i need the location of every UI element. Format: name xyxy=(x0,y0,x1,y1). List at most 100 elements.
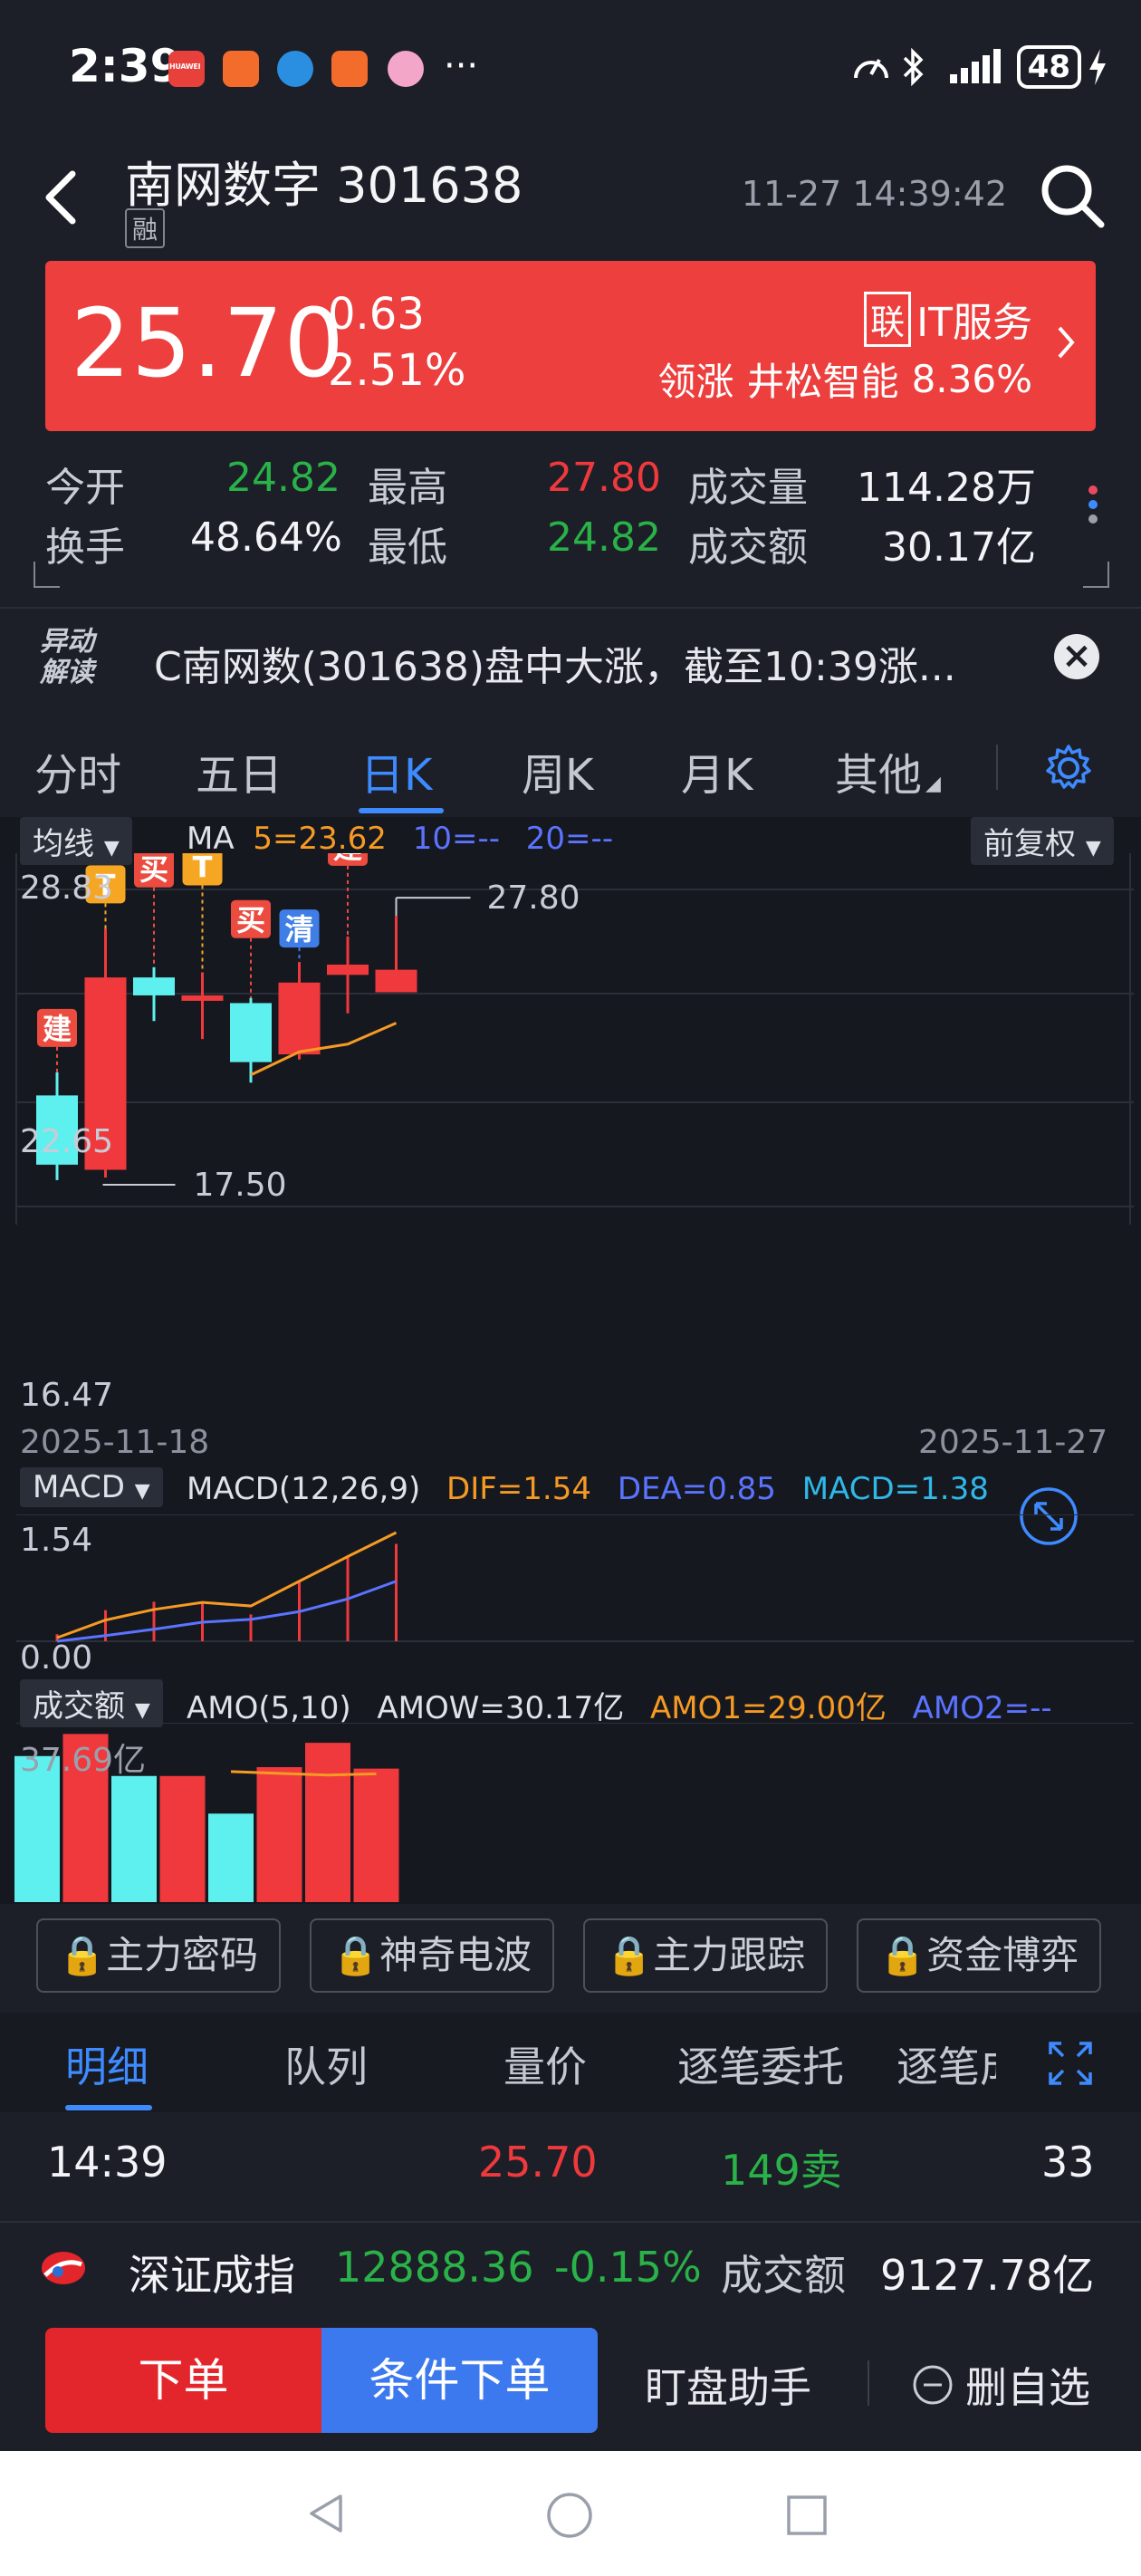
active-tab-indicator xyxy=(65,2105,152,2110)
order-button[interactable]: 下单 xyxy=(45,2328,321,2433)
lock-icon: 🔒 xyxy=(878,1933,927,1977)
sector-leader[interactable]: 领涨 井松智能 8.36% xyxy=(658,351,1032,407)
macd-value: MACD=1.38 xyxy=(801,1471,989,1507)
stock-title: 南网数字 301638 xyxy=(125,157,523,214)
main-force-code-button[interactable]: 🔒主力密码 xyxy=(36,1918,281,1993)
search-icon[interactable] xyxy=(1036,159,1108,232)
battery-indicator: 48 xyxy=(1016,45,1081,89)
signal-badge-label: 买 xyxy=(236,903,265,937)
gear-icon[interactable] xyxy=(1041,741,1096,795)
high-marker-label: 27.80 xyxy=(487,879,580,917)
sector-name: IT服务 xyxy=(916,300,1032,346)
index-amount-label: 成交额 xyxy=(721,2251,846,2300)
ma20-value: 20=-- xyxy=(525,821,614,857)
trade-row: 14:39 25.70 149卖 33 xyxy=(0,2119,1141,2210)
news-ribbon[interactable]: 异动 解读 C南网数(301638)盘中大涨，截至10:39涨... × xyxy=(0,607,1141,706)
macd-chart[interactable] xyxy=(0,1514,1141,1650)
leader-label: 领涨 xyxy=(657,360,734,404)
price-change: 0.63 2.51% xyxy=(328,286,465,399)
nav-home-icon[interactable] xyxy=(545,2491,594,2540)
trade-count: 33 xyxy=(1041,2138,1095,2187)
sector-tag[interactable]: 联 IT服务 xyxy=(864,290,1032,348)
tab-detail[interactable]: 明细 xyxy=(65,2034,149,2094)
price-card[interactable]: 25.70 0.63 2.51% 联 IT服务 领涨 井松智能 8.36% xyxy=(45,261,1096,431)
index-value: 12888.36 xyxy=(335,2243,534,2292)
main-force-track-button[interactable]: 🔒主力跟踪 xyxy=(583,1918,828,1993)
tab-volume-price[interactable]: 量价 xyxy=(503,2034,587,2094)
amount-bar xyxy=(111,1775,157,1902)
tab-divider xyxy=(996,745,998,790)
signal-badge-label: T xyxy=(193,853,213,884)
tab-order-by-order[interactable]: 逐笔委托 xyxy=(677,2034,844,2094)
fund-game-button[interactable]: 🔒资金博弈 xyxy=(857,1918,1101,1993)
status-bar: 2:39 HUAWEI ··· 48 xyxy=(0,0,1141,136)
index-percent: -0.15% xyxy=(554,2243,702,2292)
index-amount: 9127.78亿 xyxy=(880,2251,1095,2300)
kline-chart[interactable]: 27.8017.50建T买T买清建 xyxy=(0,853,1141,1234)
volume-label: 成交量 xyxy=(688,465,808,511)
low-label: 最低 xyxy=(368,524,447,571)
amount-bar xyxy=(353,1768,399,1902)
nav-recents-icon[interactable] xyxy=(784,2493,829,2538)
amount-value: 30.17亿 xyxy=(882,524,1036,571)
signal-badge-label: 买 xyxy=(139,853,168,887)
nav-back-icon[interactable] xyxy=(304,2491,350,2536)
high-value: 27.80 xyxy=(547,455,661,501)
remove-favorite-button[interactable]: 删自选 xyxy=(911,2355,1090,2415)
tab-other[interactable]: 其他 ◢ xyxy=(835,739,941,803)
watch-assistant-button[interactable]: 盯盘助手 xyxy=(645,2355,811,2415)
date-start: 2025-11-18 xyxy=(20,1424,210,1461)
tab-daily-k[interactable]: 日K xyxy=(360,739,432,803)
candle-body xyxy=(375,969,417,993)
news-text[interactable]: C南网数(301638)盘中大涨，截至10:39涨... xyxy=(154,634,956,692)
macd-y-max: 1.54 xyxy=(20,1522,93,1559)
ma5-value: 5=23.62 xyxy=(253,821,387,857)
tab-queue[interactable]: 队列 xyxy=(284,2034,368,2094)
index-bar[interactable]: 深证成指 12888.36 -0.15% 成交额 9127.78亿 xyxy=(0,2221,1141,2312)
leader-percent: 8.36% xyxy=(911,357,1032,401)
amo-legend: AMO(5,10) AMOW=30.17亿 AMO1=29.00亿 AMO2=-… xyxy=(187,1683,1052,1727)
amow-value: AMOW=30.17亿 xyxy=(377,1690,625,1726)
tab-weekly-k[interactable]: 周K xyxy=(522,739,593,803)
amo2-value: AMO2=-- xyxy=(912,1690,1052,1726)
tab-minute[interactable]: 分时 xyxy=(34,739,121,803)
kline-y-min: 16.47 xyxy=(20,1377,114,1414)
leader-name: 井松智能 xyxy=(746,360,899,404)
app-notification-icon xyxy=(277,51,313,87)
amo1-value: AMO1=29.00亿 xyxy=(650,1690,887,1726)
signal-badge-label: 建 xyxy=(43,1012,72,1046)
huawei-app-icon: HUAWEI xyxy=(168,51,205,87)
status-indicators: 48 xyxy=(850,45,1108,89)
function-label: 神奇电波 xyxy=(379,1933,532,1977)
news-logo-line1: 异动 xyxy=(40,626,94,658)
amount-chart[interactable] xyxy=(0,1723,1141,1904)
magic-wave-button[interactable]: 🔒神奇电波 xyxy=(310,1918,554,1993)
lock-icon: 🔒 xyxy=(331,1933,380,1977)
tab-trade-by-trade[interactable]: 逐笔成 xyxy=(896,2034,996,2094)
app-notification-icon xyxy=(331,51,368,87)
status-time: 2:39 xyxy=(69,40,182,92)
high-label: 最高 xyxy=(368,465,447,511)
conditional-order-button[interactable]: 条件下单 xyxy=(321,2328,598,2433)
chevron-down-icon: ▼ xyxy=(134,1699,150,1722)
amount-dropdown[interactable]: 成交额 ▼ xyxy=(20,1679,163,1727)
ma10-value: 10=-- xyxy=(412,821,500,857)
turnover-value: 48.64% xyxy=(190,514,342,561)
macd-legend: MACD(12,26,9) DIF=1.54 DEA=0.85 MACD=1.3… xyxy=(187,1471,989,1507)
tab-five-day[interactable]: 五日 xyxy=(196,739,283,803)
signal-badge-label: 清 xyxy=(284,912,313,947)
chart-section: 分时 五日 日K 周K 月K 其他 ◢ 均线 ▼ MA 5=23.62 10=--… xyxy=(0,717,1141,1904)
more-quotes-button[interactable] xyxy=(1088,480,1098,529)
close-icon[interactable]: × xyxy=(1054,634,1099,679)
candle-body xyxy=(278,982,321,1055)
macd-y-min: 0.00 xyxy=(20,1639,93,1677)
fullscreen-icon[interactable] xyxy=(1047,2040,1094,2087)
bluetooth-icon xyxy=(903,47,924,87)
dif-value: DIF=1.54 xyxy=(446,1471,592,1507)
dea-value: DEA=0.85 xyxy=(617,1471,776,1507)
macd-dropdown[interactable]: MACD ▼ xyxy=(20,1467,163,1507)
last-price: 25.70 xyxy=(71,288,345,399)
system-nav-bar xyxy=(0,2451,1141,2576)
back-button[interactable] xyxy=(36,161,91,234)
tab-monthly-k[interactable]: 月K xyxy=(681,739,753,803)
